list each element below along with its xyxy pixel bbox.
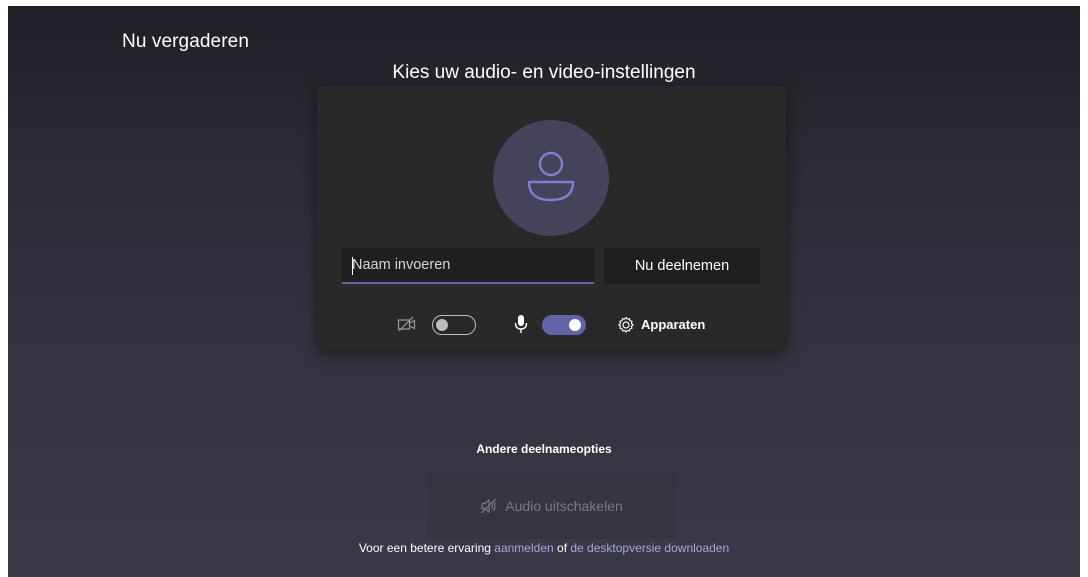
microphone-icon	[514, 315, 528, 333]
prejoin-panel: Nu deelnemen Apparaten	[317, 86, 786, 350]
camera-toggle-knob	[436, 319, 448, 331]
other-join-options-heading: Andere deelnameopties	[476, 442, 612, 456]
device-controls: Apparaten	[317, 310, 786, 340]
meeting-prejoin-screen: Nu vergaderen Kies uw audio- en video-in…	[8, 6, 1080, 577]
sign-in-link[interactable]: aanmelden	[494, 541, 553, 555]
page-title: Nu vergaderen	[122, 31, 249, 52]
camera-off-icon	[397, 316, 416, 332]
devices-button[interactable]: Apparaten	[641, 317, 705, 332]
microphone-toggle[interactable]	[542, 315, 586, 335]
audio-off-button[interactable]: Audio uitschakelen	[427, 473, 676, 539]
audio-off-label: Audio uitschakelen	[505, 498, 623, 514]
text-caret	[352, 257, 353, 275]
person-icon	[527, 151, 575, 202]
settings-heading: Kies uw audio- en video-instellingen	[392, 62, 696, 83]
gear-icon[interactable]	[617, 316, 635, 334]
join-now-button[interactable]: Nu deelnemen	[604, 248, 760, 284]
microphone-toggle-knob	[569, 319, 581, 331]
download-desktop-link[interactable]: de desktopversie downloaden	[570, 541, 729, 555]
footer-hint: Voor een betere ervaring aanmelden of de…	[8, 541, 1080, 555]
speaker-off-icon	[481, 498, 497, 514]
camera-toggle[interactable]	[432, 315, 476, 335]
footer-text-middle: of	[557, 541, 568, 555]
footer-text-before: Voor een betere ervaring	[358, 541, 491, 555]
avatar	[493, 120, 609, 236]
name-input[interactable]	[342, 248, 594, 284]
